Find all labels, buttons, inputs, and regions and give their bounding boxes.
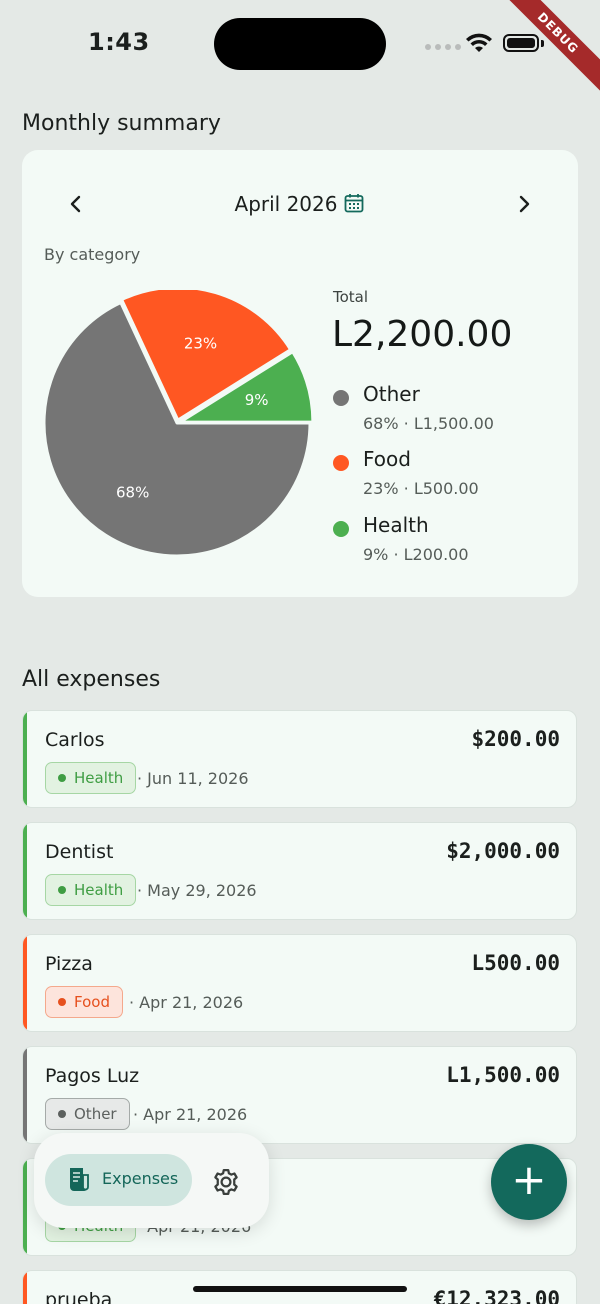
category-chip: Other [45, 1098, 130, 1130]
summary-card: April 2026 By category 68% 9% 23% Total L2… [22, 150, 578, 597]
expense-amount: $200.00 [471, 727, 560, 751]
dynamic-island [214, 18, 386, 70]
expense-amount: L500.00 [471, 951, 560, 975]
legend-name: Other [363, 382, 420, 406]
expense-name: Carlos [45, 729, 105, 751]
expense-name: prueba [45, 1289, 113, 1304]
category-chip: Health [45, 874, 137, 906]
category-chip: Food [45, 986, 123, 1018]
expense-amount: €12,323.00 [433, 1287, 560, 1304]
legend-detail: 9% · L200.00 [363, 545, 469, 564]
receipt-icon [70, 1168, 89, 1191]
expense-card[interactable]: Pizza L500.00 Food · Apr 21, 2026 [22, 934, 577, 1032]
chevron-right-icon[interactable] [512, 192, 536, 216]
category-stripe [23, 1271, 27, 1304]
legend-name: Health [363, 513, 429, 537]
gear-icon[interactable] [211, 1167, 241, 1197]
legend-dot [333, 390, 349, 406]
expense-card[interactable]: Dentist $2,000.00 Health · May 29, 2026 [22, 822, 577, 920]
home-indicator [193, 1286, 407, 1292]
legend-detail: 23% · L500.00 [363, 479, 479, 498]
expense-amount: $2,000.00 [446, 839, 560, 863]
expense-card[interactable]: Carlos $200.00 Health · Jun 11, 2026 [22, 710, 577, 808]
category-stripe [23, 1159, 27, 1255]
category-stripe [23, 711, 27, 807]
nav-expenses-label: Expenses [102, 1169, 179, 1188]
category-stripe [23, 823, 27, 919]
legend-dot [333, 455, 349, 471]
total-label: Total [333, 288, 369, 306]
category-chip: Health [45, 762, 137, 794]
plus-icon: + [511, 1155, 547, 1204]
calendar-icon [345, 194, 364, 213]
pie-label-other: 68% [116, 484, 149, 502]
expense-card[interactable]: Pagos Luz L1,500.00 Other · Apr 21, 2026 [22, 1046, 577, 1144]
pie-chart: 68% 9% 23% [42, 290, 315, 558]
status-time: 1:43 [88, 28, 150, 56]
add-expense-button[interactable]: + [491, 1144, 567, 1220]
expense-name: Dentist [45, 841, 114, 863]
pie-label-food: 23% [184, 335, 217, 353]
category-stripe [23, 1047, 27, 1143]
all-expenses-title: All expenses [22, 667, 161, 692]
total-value: L2,200.00 [332, 314, 513, 355]
nav-expenses-button[interactable]: Expenses [45, 1154, 192, 1206]
legend-dot [333, 521, 349, 537]
legend-name: Food [363, 447, 411, 471]
legend-detail: 68% · L1,500.00 [363, 414, 494, 433]
category-stripe [23, 935, 27, 1031]
bottom-nav: Expenses [34, 1133, 269, 1228]
expense-date: · Jun 11, 2026 [137, 769, 249, 788]
expense-date: · Apr 21, 2026 [129, 993, 244, 1012]
month-selector[interactable]: April 2026 [22, 192, 578, 216]
expense-date: · Apr 21, 2026 [133, 1105, 248, 1124]
battery-icon [503, 34, 539, 52]
battery-tip [541, 40, 544, 47]
wifi-icon [466, 33, 492, 52]
expense-date: · May 29, 2026 [137, 881, 257, 900]
month-label: April 2026 [234, 192, 338, 216]
monthly-summary-title: Monthly summary [22, 111, 221, 136]
expense-name: Pizza [45, 953, 93, 975]
expense-amount: L1,500.00 [446, 1063, 560, 1087]
by-category-label: By category [44, 245, 141, 264]
expense-name: Pagos Luz [45, 1065, 140, 1087]
signal-icon [425, 44, 461, 50]
pie-label-health: 9% [245, 391, 269, 409]
